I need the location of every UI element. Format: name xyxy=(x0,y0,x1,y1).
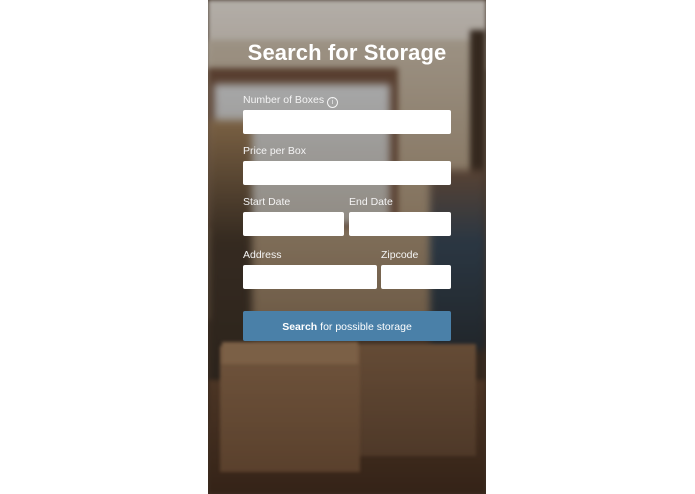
search-form: Search for Storage Number of Boxes i Pric… xyxy=(208,0,486,494)
page-title: Search for Storage xyxy=(247,40,447,65)
search-storage-button[interactable]: Search for possible storage xyxy=(243,311,451,341)
start-date-input[interactable] xyxy=(243,212,344,236)
start-date-label: Start Date xyxy=(243,196,291,208)
address-input[interactable] xyxy=(243,265,377,289)
info-icon[interactable]: i xyxy=(327,97,339,108)
price-per-box-label: Price per Box xyxy=(243,145,307,157)
zipcode-label: Zipcode xyxy=(381,249,419,261)
number-of-boxes-input[interactable] xyxy=(243,110,451,134)
storage-search-screen: Search for Storage Number of Boxes i Pric… xyxy=(208,0,486,494)
zipcode-input[interactable] xyxy=(381,265,451,289)
price-per-box-input[interactable] xyxy=(243,161,451,185)
address-label: Address xyxy=(243,249,282,261)
end-date-input[interactable] xyxy=(349,212,451,236)
number-of-boxes-label: Number of Boxes i xyxy=(243,94,339,108)
end-date-label: End Date xyxy=(349,196,393,208)
